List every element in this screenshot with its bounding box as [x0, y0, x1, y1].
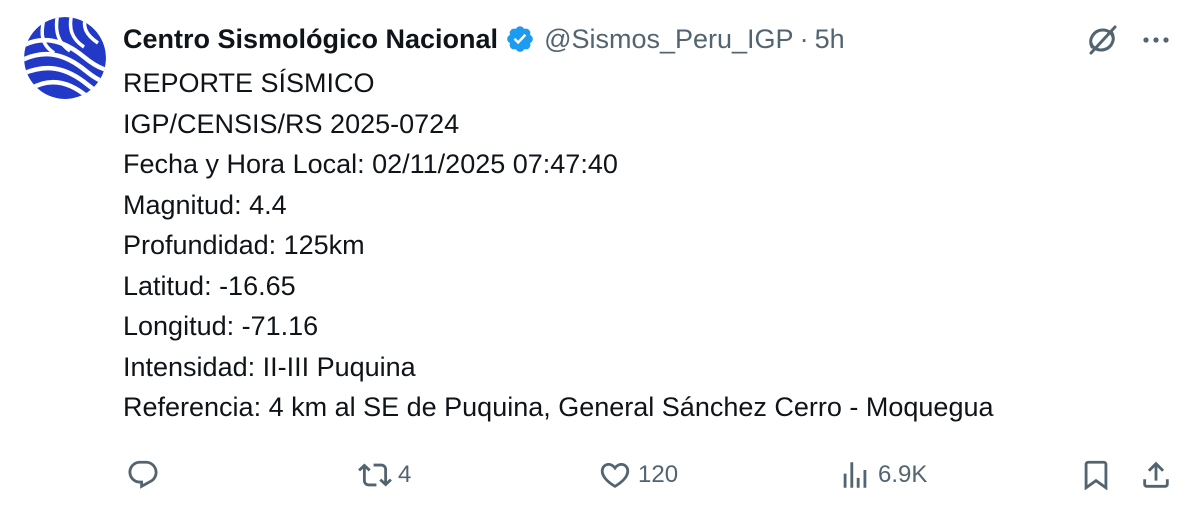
- post-time[interactable]: 5h: [815, 24, 845, 55]
- text-line-latitude: Latitud: -16.65: [123, 270, 296, 301]
- action-bar: 4 120 6.9K: [0, 455, 1200, 495]
- igp-logo-icon: [24, 17, 106, 99]
- user-handle[interactable]: @Sismos_Peru_IGP: [544, 24, 794, 55]
- display-name[interactable]: Centro Sismológico Nacional: [123, 24, 498, 55]
- retweet-button[interactable]: 4: [358, 455, 411, 495]
- grok-icon: [1089, 25, 1117, 55]
- like-button[interactable]: 120: [598, 455, 678, 495]
- views-icon: [843, 462, 867, 488]
- verified-badge-icon[interactable]: [505, 24, 535, 54]
- views-button[interactable]: 6.9K: [838, 455, 927, 495]
- heart-icon: [600, 462, 630, 488]
- separator-dot: ·: [799, 23, 809, 54]
- text-line-title: REPORTE SÍSMICO: [123, 68, 375, 98]
- avatar[interactable]: [24, 17, 106, 99]
- tweet: Centro Sismológico Nacional @Sismos_Peru…: [0, 0, 1200, 517]
- share-button[interactable]: [1139, 455, 1173, 495]
- retweet-count: 4: [398, 461, 412, 488]
- text-line-datetime: Fecha y Hora Local: 02/11/2025 07:47:40: [123, 149, 618, 179]
- bookmark-icon: [1084, 460, 1108, 491]
- text-line-reference: Referencia: 4 km al SE de Puquina, Gener…: [123, 392, 994, 422]
- reply-icon: [128, 460, 158, 489]
- tweet-text: REPORTE SÍSMICO IGP/CENSIS/RS 2025-0724 …: [123, 63, 994, 428]
- grok-button[interactable]: [1084, 22, 1120, 58]
- views-count: 6.9K: [878, 461, 928, 488]
- tweet-header: Centro Sismológico Nacional @Sismos_Peru…: [123, 22, 845, 56]
- text-line-intensity: Intensidad: II-III Puquina: [123, 351, 416, 382]
- like-count: 120: [638, 461, 679, 488]
- bookmark-button[interactable]: [1079, 455, 1113, 495]
- more-icon: [1143, 37, 1169, 43]
- retweet-icon: [358, 463, 392, 487]
- text-line-longitude: Longitud: -71.16: [123, 311, 319, 341]
- reply-button[interactable]: [126, 455, 160, 495]
- text-line-depth: Profundidad: 125km: [123, 230, 365, 260]
- more-button[interactable]: [1138, 22, 1174, 58]
- share-icon: [1143, 461, 1169, 488]
- text-line-magnitude: Magnitud: 4.4: [123, 189, 287, 220]
- text-line-report-id: IGP/CENSIS/RS 2025-0724: [123, 108, 460, 139]
